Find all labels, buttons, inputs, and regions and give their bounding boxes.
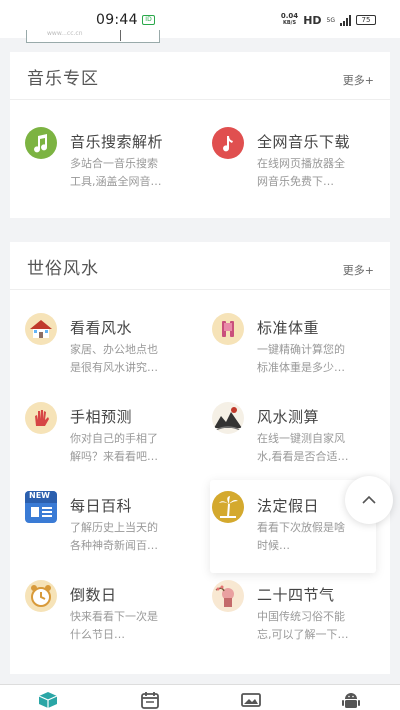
- signal-label: 5G: [326, 16, 335, 24]
- item-desc-line: 解吗？来看看吧…: [70, 450, 158, 463]
- tab-calendar[interactable]: [139, 691, 161, 709]
- item-desc-line: 是很有风水讲究…: [70, 361, 158, 374]
- previous-content-stub: www...cc.cn: [26, 30, 160, 43]
- fengshui-item-wiki[interactable]: NEW 每日百科 了解历史上当天的 各种神奇新闻百…: [25, 491, 195, 569]
- music-section-title: 音乐专区: [27, 69, 99, 89]
- bottom-nav: [0, 684, 400, 710]
- music-note-icon: [212, 127, 244, 159]
- item-desc-line: 网音乐免费下…: [257, 175, 334, 188]
- item-desc-line: 了解历史上当天的: [70, 521, 158, 534]
- music-item-download[interactable]: 全网音乐下载 在线网页播放器全 网音乐免费下…: [212, 127, 382, 205]
- item-description: 多站合一音乐搜索 工具,涵盖全网音…: [70, 155, 188, 191]
- item-title: 二十四节气: [257, 586, 335, 604]
- house-icon: [25, 313, 57, 345]
- solar-term-icon: [212, 580, 244, 612]
- item-title: 风水测算: [257, 408, 320, 426]
- item-title: 全网音乐下载: [257, 133, 351, 151]
- net-speed-unit: KB/S: [282, 20, 297, 26]
- item-description: 中国传统习俗不能 忘,可以了解一下…: [257, 608, 375, 644]
- music-more-link[interactable]: 更多+: [343, 72, 374, 88]
- item-description: 快来看看下一次是 什么节日…: [70, 608, 188, 644]
- music-item-search[interactable]: 音乐搜索解析 多站合一音乐搜索 工具,涵盖全网音…: [25, 127, 195, 205]
- status-indicators: 0.04 KB/S HD 5G 75: [281, 12, 376, 28]
- android-icon: [342, 693, 360, 708]
- stub-box: [120, 30, 160, 41]
- item-desc-line: 中国传统习俗不能: [257, 610, 345, 623]
- fengshui-section-header: 世俗风水 更多+: [10, 242, 390, 290]
- item-description: 家居、办公地点也 是很有风水讲究…: [70, 341, 188, 377]
- item-desc-line: 多站合一音乐搜索: [70, 157, 158, 170]
- tab-android[interactable]: [340, 691, 362, 709]
- item-description: 了解历史上当天的 各种神奇新闻百…: [70, 519, 188, 555]
- item-desc-line: 一键精确计算您的: [257, 343, 345, 356]
- net-speed: 0.04 KB/S: [281, 13, 298, 27]
- signal-icon: [340, 14, 351, 26]
- item-desc-line: 你对自己的手相了: [70, 432, 158, 445]
- cube-icon: [38, 692, 58, 708]
- item-desc-line: 水,看看是否合适…: [257, 450, 349, 463]
- fengshui-item-look[interactable]: 看看风水 家居、办公地点也 是很有风水讲究…: [25, 313, 195, 391]
- newspaper-icon: NEW: [25, 491, 57, 523]
- item-description: 在线网页播放器全 网音乐免费下…: [257, 155, 375, 191]
- fengshui-item-solar-terms[interactable]: 二十四节气 中国传统习俗不能 忘,可以了解一下…: [212, 580, 382, 658]
- item-desc-line: 在线网页播放器全: [257, 157, 345, 170]
- net-speed-value: 0.04: [280, 12, 299, 20]
- item-desc-line: 标准体重是多少…: [257, 361, 345, 374]
- item-desc-line: 在线一键测自家风: [257, 432, 345, 445]
- item-desc-line: 工具,涵盖全网音…: [70, 175, 162, 188]
- item-title: 看看风水: [70, 319, 133, 337]
- chevron-up-icon: [362, 495, 376, 504]
- scroll-to-top-button[interactable]: [345, 476, 393, 524]
- item-desc-line: 各种神奇新闻百…: [70, 539, 158, 552]
- item-desc-line: 忘,可以了解一下…: [257, 628, 349, 641]
- tab-gallery[interactable]: [240, 691, 262, 709]
- tab-home[interactable]: [37, 691, 59, 709]
- alarm-clock-icon: [25, 580, 57, 612]
- item-title: 每日百科: [70, 497, 133, 515]
- calendar-icon: [141, 692, 159, 709]
- item-desc-line: 时候…: [257, 539, 290, 552]
- status-time: 09:44: [96, 12, 138, 28]
- fengshui-item-calc[interactable]: 风水测算 在线一键测自家风 水,看看是否合适…: [212, 402, 382, 480]
- item-description: 在线一键测自家风 水,看看是否合适…: [257, 430, 375, 466]
- item-title: 法定假日: [257, 497, 320, 515]
- fengshui-item-countdown[interactable]: 倒数日 快来看看下一次是 什么节日…: [25, 580, 195, 658]
- item-title: 标准体重: [257, 319, 320, 337]
- item-desc-line: 什么节日…: [70, 628, 125, 641]
- item-description: 你对自己的手相了 解吗？来看看吧…: [70, 430, 188, 466]
- image-icon: [241, 693, 261, 707]
- item-title: 倒数日: [70, 586, 117, 604]
- item-desc-line: 快来看看下一次是: [70, 610, 158, 623]
- fengshui-more-link[interactable]: 更多+: [343, 262, 374, 278]
- item-title: 手相预测: [70, 408, 133, 426]
- fengshui-section-title: 世俗风水: [27, 259, 99, 279]
- body-icon: [212, 313, 244, 345]
- music-section-header: 音乐专区 更多+: [10, 52, 390, 100]
- fengshui-item-weight[interactable]: 标准体重 一键精确计算您的 标准体重是多少…: [212, 313, 382, 391]
- fengshui-item-palm[interactable]: 手相预测 你对自己的手相了 解吗？来看看吧…: [25, 402, 195, 480]
- palm-icon: [25, 402, 57, 434]
- item-title: 音乐搜索解析: [70, 133, 164, 151]
- item-desc-line: 家居、办公地点也: [70, 343, 158, 356]
- new-badge: NEW: [29, 491, 50, 500]
- ink-landscape-icon: [212, 402, 244, 434]
- item-description: 一键精确计算您的 标准体重是多少…: [257, 341, 375, 377]
- stub-url-text: www...cc.cn: [47, 30, 83, 37]
- palm-tree-icon: [212, 491, 244, 523]
- music-note-icon: [25, 127, 57, 159]
- hd-indicator: HD: [303, 13, 322, 27]
- item-desc-line: 看看下次放假是啥: [257, 521, 345, 534]
- battery-icon: 75: [356, 15, 376, 25]
- music-section-card: 音乐专区 更多+ 音乐搜索解析 多站合一音乐搜索 工具,涵盖全网音… 全网音乐下…: [10, 52, 390, 218]
- item-description: 看看下次放假是啥 时候…: [257, 519, 375, 555]
- notification-chip-icon: ID: [142, 15, 155, 25]
